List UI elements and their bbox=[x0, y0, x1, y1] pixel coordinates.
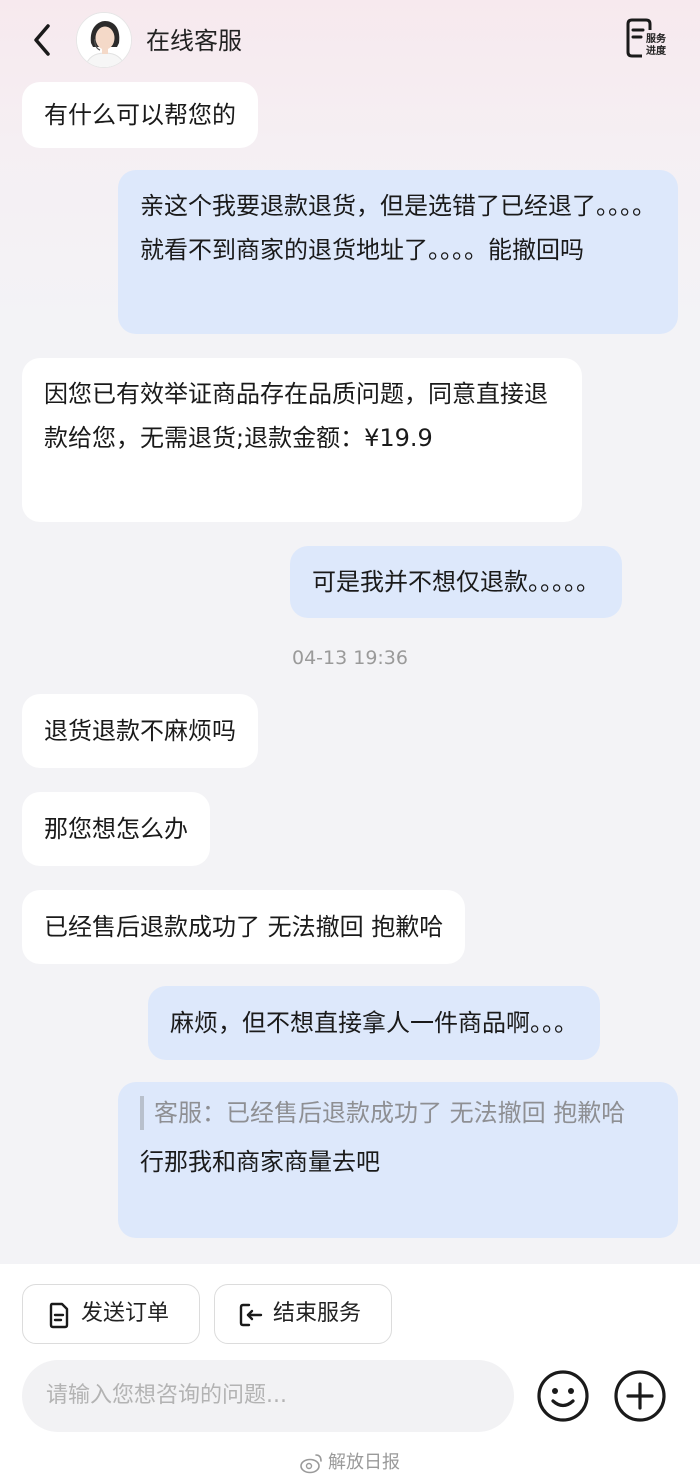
exit-icon bbox=[239, 1303, 263, 1327]
add-attachment-button[interactable] bbox=[613, 1369, 667, 1423]
message-bubble-user-reply: 客服：已经售后退款成功了 无法撤回 抱歉哈 行那我和商家商量去吧 bbox=[118, 1082, 678, 1238]
chat-header: 在线客服 服务 进度 bbox=[0, 0, 700, 82]
smiley-icon bbox=[537, 1370, 589, 1422]
message-bubble-agent: 已经售后退款成功了 无法撤回 抱歉哈 bbox=[22, 890, 466, 964]
message-text: 行那我和商家商量去吧 bbox=[140, 1148, 380, 1176]
quoted-message: 客服：已经售后退款成功了 无法撤回 抱歉哈 bbox=[140, 1096, 656, 1130]
back-button[interactable] bbox=[22, 18, 66, 62]
message-bubble-user: 亲这个我要退款退货，但是选错了已经退了。。。。就看不到商家的退货地址了。。。。能… bbox=[118, 170, 678, 334]
page-title: 在线客服 bbox=[146, 27, 242, 55]
message-text: 那您想怎么办 bbox=[44, 815, 188, 843]
emoji-button[interactable] bbox=[536, 1369, 590, 1423]
message-bubble-agent: 退货退款不麻烦吗 bbox=[22, 694, 258, 768]
message-bubble-user: 麻烦，但不想直接拿人一件商品啊。。。 bbox=[148, 986, 600, 1060]
end-service-button[interactable]: 结束服务 bbox=[214, 1284, 392, 1344]
message-text: 亲这个我要退款退货，但是选错了已经退了。。。。就看不到商家的退货地址了。。。。能… bbox=[140, 192, 656, 264]
watermark-text: 解放日报 bbox=[328, 1452, 400, 1473]
message-bubble-agent: 因您已有效举证商品存在品质问题，同意直接退款给您，无需退货;退款金额：¥19.9 bbox=[22, 358, 582, 522]
document-icon bbox=[49, 1302, 69, 1329]
watermark: 解放日报 bbox=[300, 1450, 400, 1476]
message-text: 有什么可以帮您的 bbox=[44, 101, 236, 129]
service-progress-label: 服务 进度 bbox=[646, 34, 666, 57]
bottom-input-bar: 发送订单 结束服务 请输入您想咨询的问题... bbox=[0, 1264, 700, 1479]
send-order-button[interactable]: 发送订单 bbox=[22, 1284, 200, 1344]
message-text: 麻烦，但不想直接拿人一件商品啊。。。 bbox=[170, 1009, 578, 1037]
message-text: 因您已有效举证商品存在品质问题，同意直接退款给您，无需退货;退款金额：¥19.9 bbox=[44, 380, 548, 452]
message-bubble-agent: 有什么可以帮您的 bbox=[22, 82, 258, 148]
service-progress-button[interactable]: 服务 进度 bbox=[622, 16, 682, 62]
agent-avatar bbox=[76, 12, 132, 68]
message-timestamp: 04-13 19:36 bbox=[291, 647, 408, 669]
end-service-label: 结束服务 bbox=[273, 1301, 362, 1326]
plus-icon bbox=[614, 1370, 666, 1422]
message-input[interactable]: 请输入您想咨询的问题... bbox=[22, 1360, 514, 1432]
send-order-label: 发送订单 bbox=[81, 1301, 170, 1326]
message-bubble-user: 可是我并不想仅退款。。。。。 bbox=[290, 546, 622, 618]
message-text: 已经售后退款成功了 无法撤回 抱歉哈 bbox=[44, 913, 444, 941]
message-text: 可是我并不想仅退款。。。。。 bbox=[312, 568, 600, 596]
weibo-icon bbox=[300, 1454, 322, 1474]
input-placeholder: 请输入您想咨询的问题... bbox=[46, 1383, 287, 1408]
message-text: 退货退款不麻烦吗 bbox=[44, 717, 236, 745]
chevron-left-icon bbox=[34, 24, 50, 56]
message-bubble-agent: 那您想怎么办 bbox=[22, 792, 210, 866]
